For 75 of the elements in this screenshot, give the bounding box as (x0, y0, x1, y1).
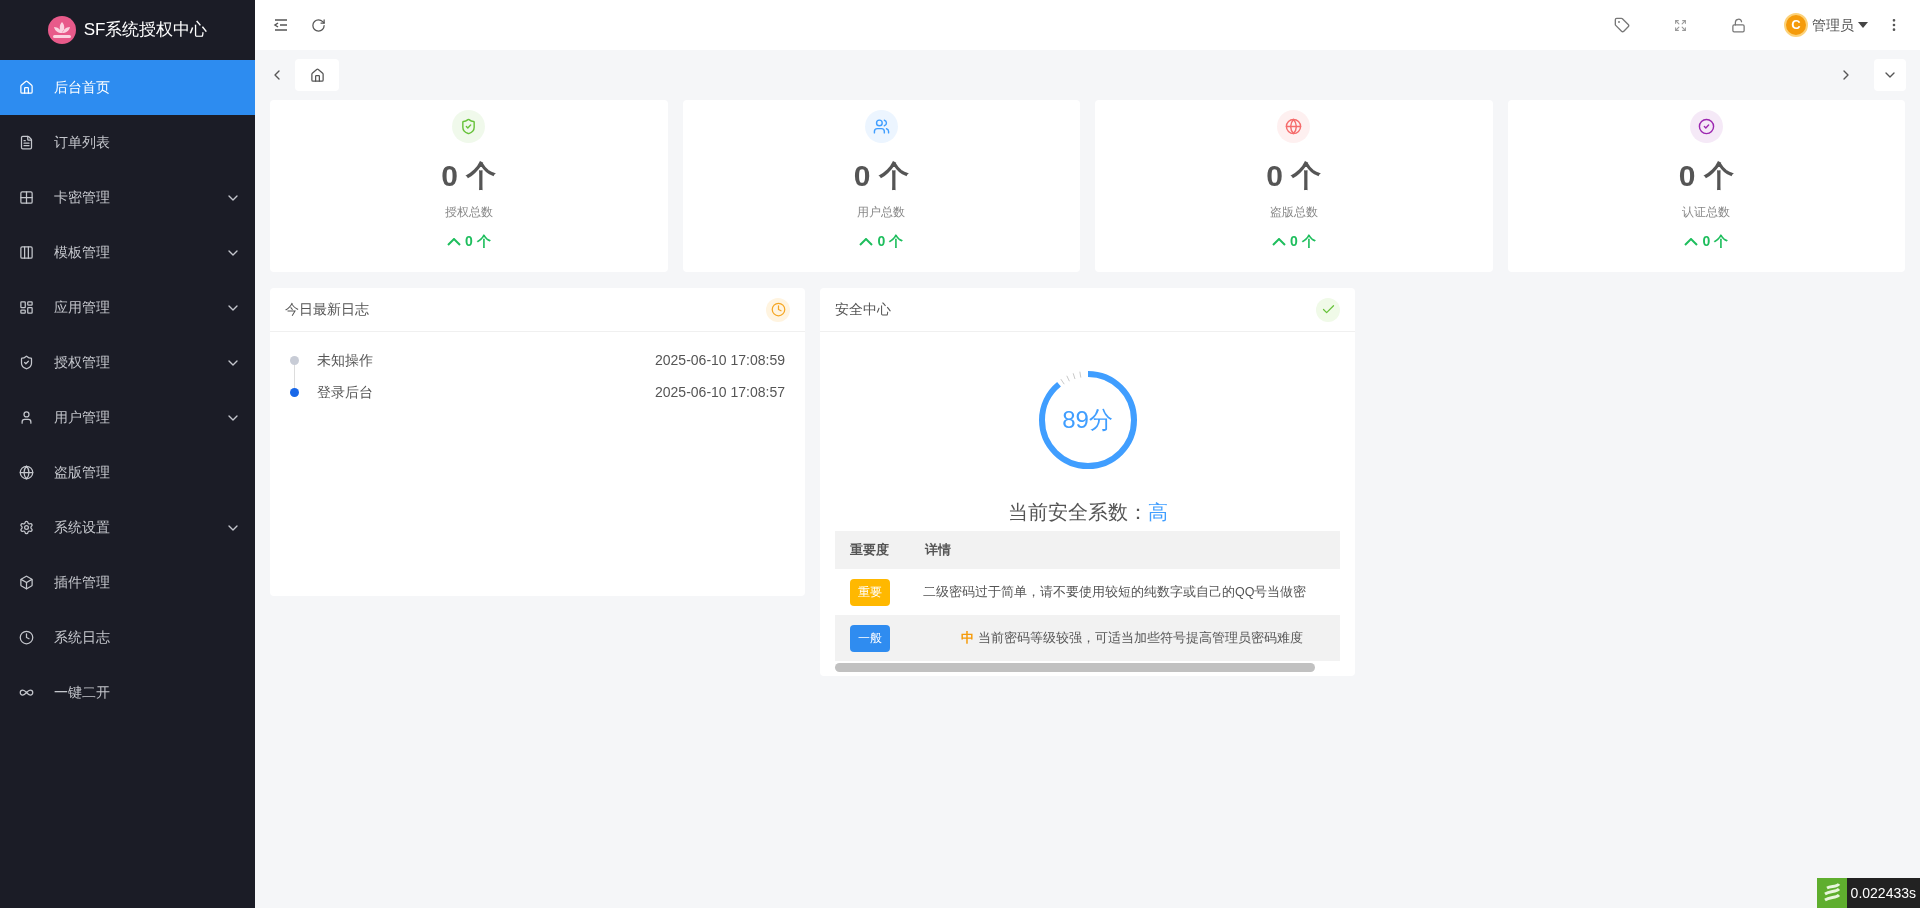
scrollbar[interactable] (835, 663, 1315, 672)
sidebar-item[interactable]: 一键二开 (0, 665, 255, 720)
check-icon (1316, 297, 1340, 322)
stat-label: 用户总数 (857, 204, 906, 221)
user-name[interactable]: 管理员 (1812, 14, 1854, 36)
sidebar-item[interactable]: 系统日志 (0, 610, 255, 665)
stat-value: 0 个 (1678, 161, 1734, 191)
globe-icon (19, 465, 34, 480)
log-time: 2025-06-10 17:08:59 (655, 350, 785, 370)
importance-badge: 重要 (850, 578, 890, 606)
check-circle-icon (1697, 118, 1715, 135)
panel-title: 安全中心 (835, 300, 891, 319)
document-icon (19, 135, 34, 150)
settings-icon (19, 520, 34, 535)
home-tab[interactable] (295, 59, 339, 91)
sidebar-item[interactable]: 订单列表 (0, 115, 255, 170)
log-text: 登录后台 (317, 382, 374, 402)
column-header: 详情 (923, 541, 951, 560)
log-time: 2025-06-10 17:08:57 (655, 382, 785, 402)
shield-icon (19, 355, 34, 370)
stat-value: 0 个 (853, 161, 909, 191)
brand-title: SF系统授权中心 (83, 19, 208, 42)
rating-value: 高 (1147, 500, 1168, 525)
stat-label: 认证总数 (1682, 204, 1731, 221)
sidebar-item[interactable]: 盗版管理 (0, 445, 255, 500)
sidebar-item[interactable]: 系统设置 (0, 500, 255, 555)
clock-icon (766, 297, 790, 322)
cube-icon (19, 575, 34, 590)
lotus-logo-icon (47, 16, 76, 44)
detail-text: 当前密码等级较强，可适当加些符号提高管理员密码难度 (977, 629, 1303, 647)
home-icon (19, 80, 34, 95)
stat-label: 授权总数 (444, 204, 493, 221)
tick-marks (1059, 371, 1081, 385)
rating-label: 当前安全系数： (1007, 500, 1148, 525)
stat-label: 盗版总数 (1269, 204, 1318, 221)
grid-icon (19, 190, 34, 205)
stat-delta: 0 个 (464, 232, 491, 251)
stat-delta: 0 个 (877, 232, 904, 251)
apps-icon (19, 300, 34, 315)
sidebar-item[interactable]: 模板管理 (0, 225, 255, 280)
up-chevron-icon (859, 237, 874, 246)
column-header: 重要度 (849, 541, 890, 560)
detail-text: 二级密码过于简单，请不要使用较短的纯数字或自己的QQ号当做密 (923, 583, 1307, 601)
columns-icon (19, 245, 34, 260)
refresh-icon[interactable] (311, 17, 326, 33)
menu-fold-icon[interactable] (273, 17, 289, 33)
home-icon (309, 67, 325, 83)
users-icon (872, 118, 890, 135)
caret-icon (1858, 22, 1868, 28)
strength-level: 中 (960, 629, 974, 647)
up-chevron-icon (446, 237, 461, 246)
shield-icon (460, 118, 478, 135)
clock-icon (19, 630, 34, 645)
stat-delta: 0 个 (1289, 232, 1316, 251)
tag-icon[interactable] (1614, 17, 1630, 33)
user-icon (19, 410, 34, 425)
up-chevron-icon (1271, 237, 1286, 246)
flame-logo-icon (1816, 878, 1847, 908)
globe-icon (1285, 118, 1303, 135)
fullscreen-icon[interactable] (1674, 18, 1687, 32)
sidebar-item[interactable]: 用户管理 (0, 390, 255, 445)
panel-title: 今日最新日志 (285, 300, 369, 319)
score-text: 89分 (1062, 405, 1113, 435)
stat-value: 0 个 (441, 161, 497, 191)
up-chevron-icon (1684, 237, 1699, 246)
stat-delta: 0 个 (1702, 232, 1729, 251)
sidebar-item[interactable]: 授权管理 (0, 335, 255, 390)
importance-badge: 一般 (850, 624, 890, 652)
sidebar-item[interactable]: 卡密管理 (0, 170, 255, 225)
sidebar-item[interactable]: 插件管理 (0, 555, 255, 610)
sidebar-item[interactable]: 应用管理 (0, 280, 255, 335)
stat-value: 0 个 (1266, 161, 1322, 191)
lock-icon[interactable] (1731, 17, 1746, 33)
debug-timer: 0.022433s (1846, 878, 1920, 908)
log-text: 未知操作 (317, 350, 374, 370)
